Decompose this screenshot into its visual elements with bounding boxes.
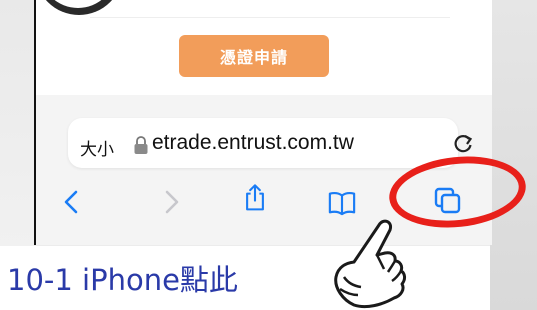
text-size-button[interactable]: 大小 — [80, 135, 114, 160]
pointing-hand-icon — [334, 219, 406, 309]
lock-icon — [134, 136, 148, 154]
chevron-right-icon[interactable] — [157, 188, 185, 216]
share-icon[interactable] — [241, 184, 269, 212]
divider — [90, 17, 450, 18]
chevron-left-icon[interactable] — [58, 188, 86, 216]
reload-icon[interactable] — [452, 133, 474, 155]
background-right — [490, 0, 537, 310]
caption-text: 10-1 iPhone點此 — [7, 263, 238, 297]
certificate-apply-button[interactable]: 憑證申請 — [179, 35, 329, 77]
url-text[interactable]: etrade.entrust.com.tw — [152, 131, 354, 155]
